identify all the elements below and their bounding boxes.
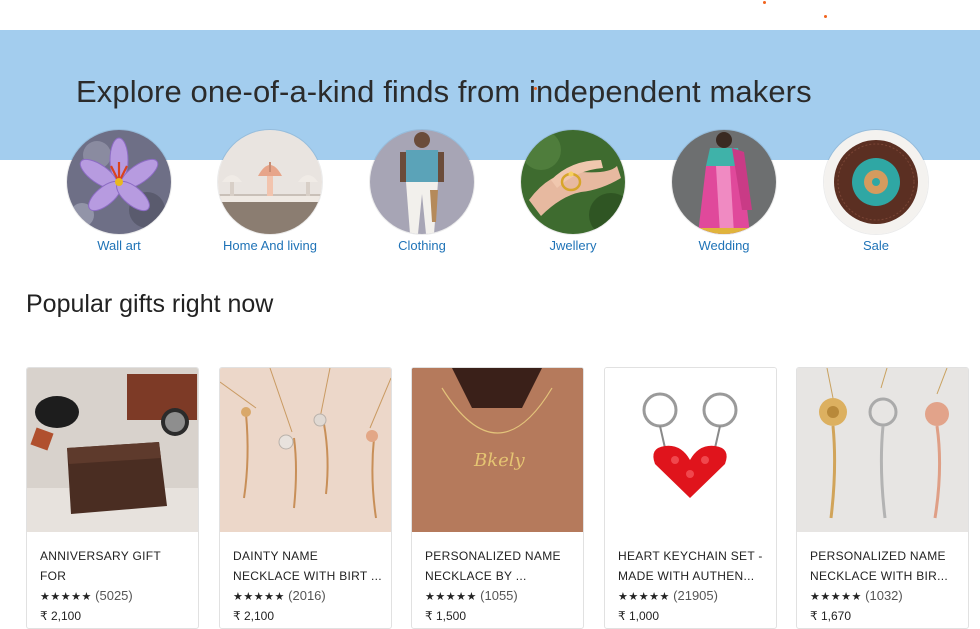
decorative-dot — [824, 15, 827, 18]
category-sale[interactable]: Sale — [801, 130, 951, 253]
product-price: ₹ 2,100 — [233, 609, 274, 623]
product-price: ₹ 1,500 — [425, 609, 466, 623]
product-title[interactable]: PERSONALIZED NAME NECKLACE WITH BIR... — [810, 546, 960, 586]
category-label: Wall art — [97, 238, 141, 253]
star-rating-icon: ★★★★★ — [810, 591, 862, 603]
table-lamps-photo — [218, 130, 322, 234]
product-title[interactable]: DAINTY NAME NECKLACE WITH BIRT ... — [233, 546, 383, 586]
product-rating: ★★★★★ (1032) — [810, 586, 960, 607]
birth-flower-necklace-photo — [797, 368, 968, 532]
model-outfit-photo — [370, 130, 474, 234]
decorative-dot — [763, 1, 766, 4]
svg-text:Bkely: Bkely — [473, 450, 526, 471]
review-count: (21905) — [673, 588, 718, 603]
category-label: Wedding — [698, 238, 750, 253]
category-wedding[interactable]: Wedding — [649, 130, 799, 253]
product-card[interactable]: HEART KEYCHAIN SET - MADE WITH AUTHEN...… — [604, 367, 777, 629]
category-label: Sale — [862, 238, 890, 253]
category-label: Home And living — [223, 238, 317, 253]
star-rating-icon: ★★★★★ — [618, 591, 670, 603]
product-rating: ★★★★★ (5025) — [40, 586, 190, 607]
plate-photo — [824, 130, 928, 234]
category-label: Clothing — [398, 238, 446, 253]
review-count: (1055) — [480, 588, 518, 603]
category-jwellery[interactable]: Jwellery — [498, 130, 648, 253]
decorative-dot — [534, 87, 537, 90]
category-label: Jwellery — [549, 238, 597, 253]
product-price: ₹ 2,100 — [40, 609, 81, 623]
wallet-gift-photo — [27, 368, 198, 532]
category-home-and-living[interactable]: Home And living — [195, 130, 345, 253]
category-wall-art[interactable]: Wall art — [44, 130, 194, 253]
product-title[interactable]: ANNIVERSARY GIFT FOR HIM,PERSONALIZED ..… — [40, 546, 190, 586]
product-card[interactable]: PERSONALIZED NAME NECKLACE WITH BIR... ★… — [796, 367, 969, 629]
product-card[interactable]: ANNIVERSARY GIFT FOR HIM,PERSONALIZED ..… — [26, 367, 199, 629]
name-necklace-photo — [220, 368, 391, 532]
review-count: (5025) — [95, 588, 133, 603]
product-card[interactable]: Bkely PERSONALIZED NAME NECKLACE BY ... … — [411, 367, 584, 629]
product-title[interactable]: HEART KEYCHAIN SET - MADE WITH AUTHEN... — [618, 546, 768, 586]
heart-keychain-photo — [605, 368, 776, 532]
star-rating-icon: ★★★★★ — [40, 591, 92, 603]
category-clothing[interactable]: Clothing — [347, 130, 497, 253]
product-price: ₹ 1,000 — [618, 609, 659, 623]
star-rating-icon: ★★★★★ — [425, 591, 477, 603]
product-card[interactable]: DAINTY NAME NECKLACE WITH BIRT ... ★★★★★… — [219, 367, 392, 629]
section-title: Popular gifts right now — [26, 290, 274, 318]
star-rating-icon: ★★★★★ — [233, 591, 285, 603]
review-count: (1032) — [865, 588, 903, 603]
product-rating: ★★★★★ (2016) — [233, 586, 383, 607]
product-price: ₹ 1,670 — [810, 609, 851, 623]
hero-title: Explore one-of-a-kind finds from indepen… — [76, 74, 812, 109]
review-count: (2016) — [288, 588, 326, 603]
personalized-necklace-photo: Bkely — [412, 368, 583, 532]
product-rating: ★★★★★ (21905) — [618, 586, 768, 607]
product-title[interactable]: PERSONALIZED NAME NECKLACE BY ... — [425, 546, 575, 586]
ring-hand-photo — [521, 130, 625, 234]
saffron-flower-photo — [67, 130, 171, 234]
product-rating: ★★★★★ (1055) — [425, 586, 575, 607]
saree-model-photo — [672, 130, 776, 234]
